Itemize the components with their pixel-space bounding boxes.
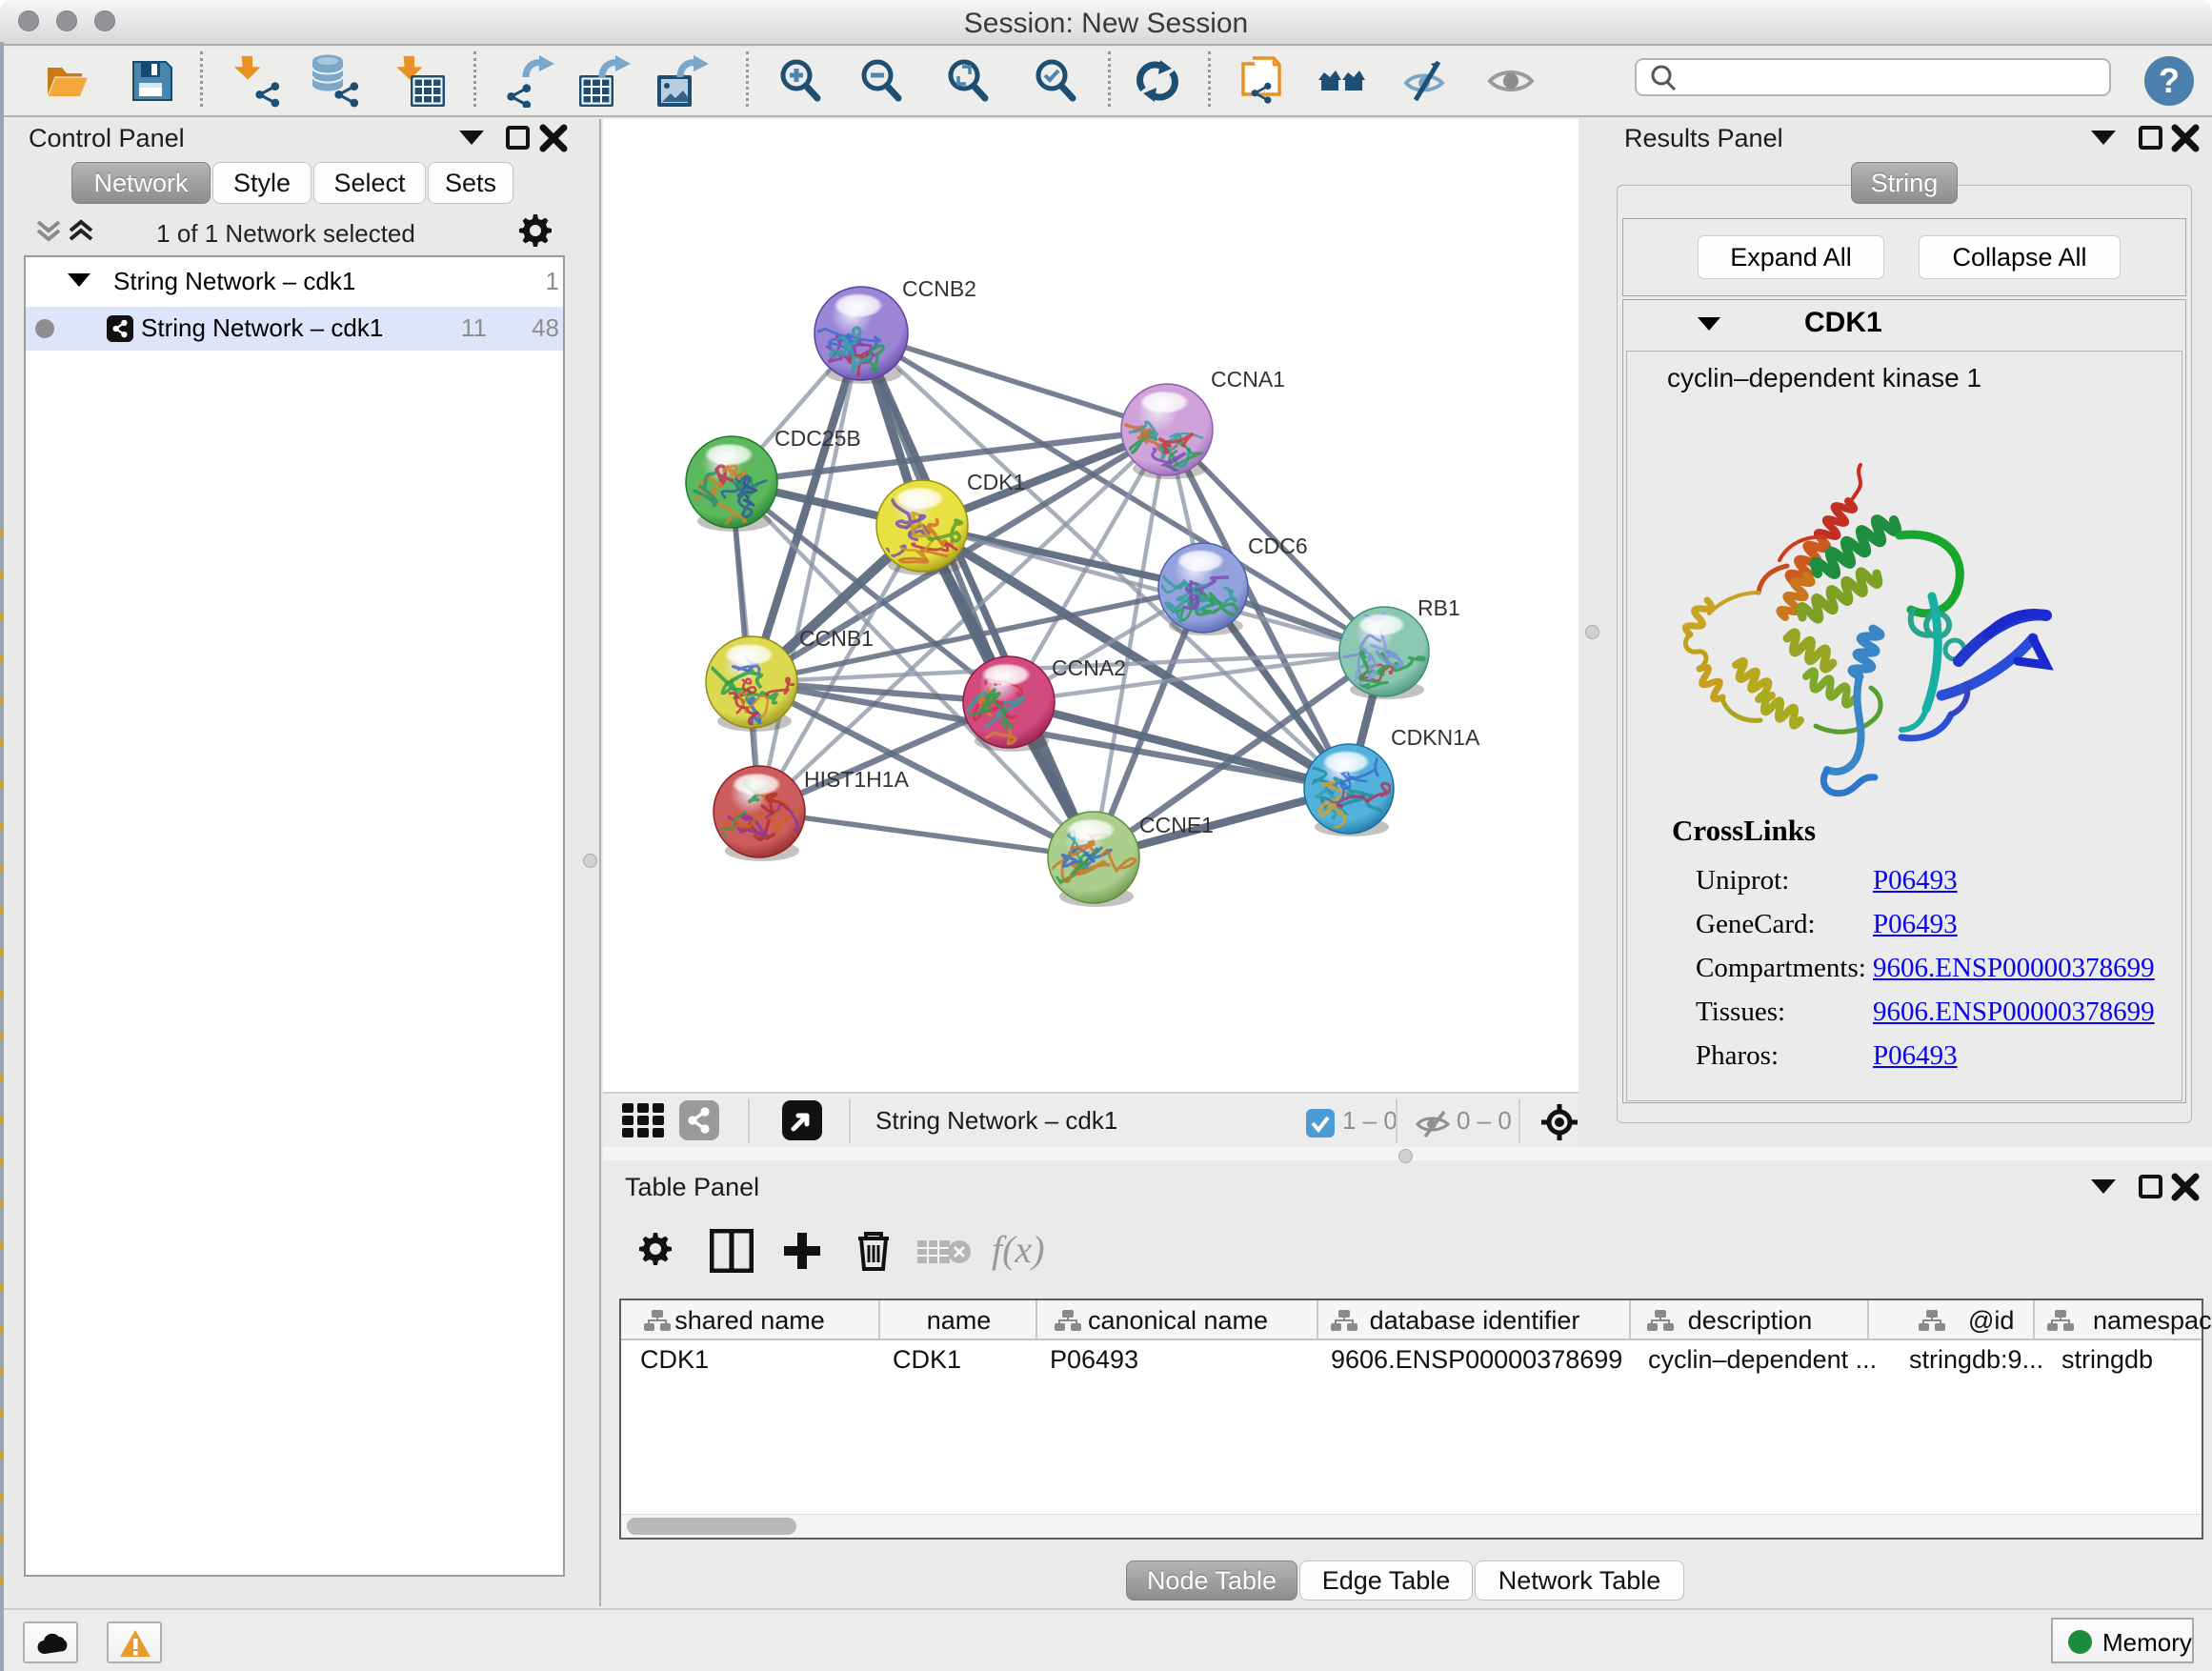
svg-text:HIST1H1A: HIST1H1A <box>804 767 910 792</box>
svg-text:?: ? <box>2159 61 2180 100</box>
svg-text:CDC6: CDC6 <box>1248 534 1308 558</box>
svg-text:CCNB2: CCNB2 <box>902 276 976 301</box>
svg-text:CCNB1: CCNB1 <box>799 626 874 651</box>
svg-text:CDKN1A: CDKN1A <box>1391 725 1480 750</box>
svg-text:RB1: RB1 <box>1418 595 1460 620</box>
svg-text:CDC25B: CDC25B <box>774 426 861 451</box>
svg-text:CCNA2: CCNA2 <box>1052 655 1126 680</box>
svg-text:CCNA1: CCNA1 <box>1211 367 1285 392</box>
svg-text:CDK1: CDK1 <box>967 470 1025 494</box>
svg-text:CCNE1: CCNE1 <box>1139 813 1214 837</box>
